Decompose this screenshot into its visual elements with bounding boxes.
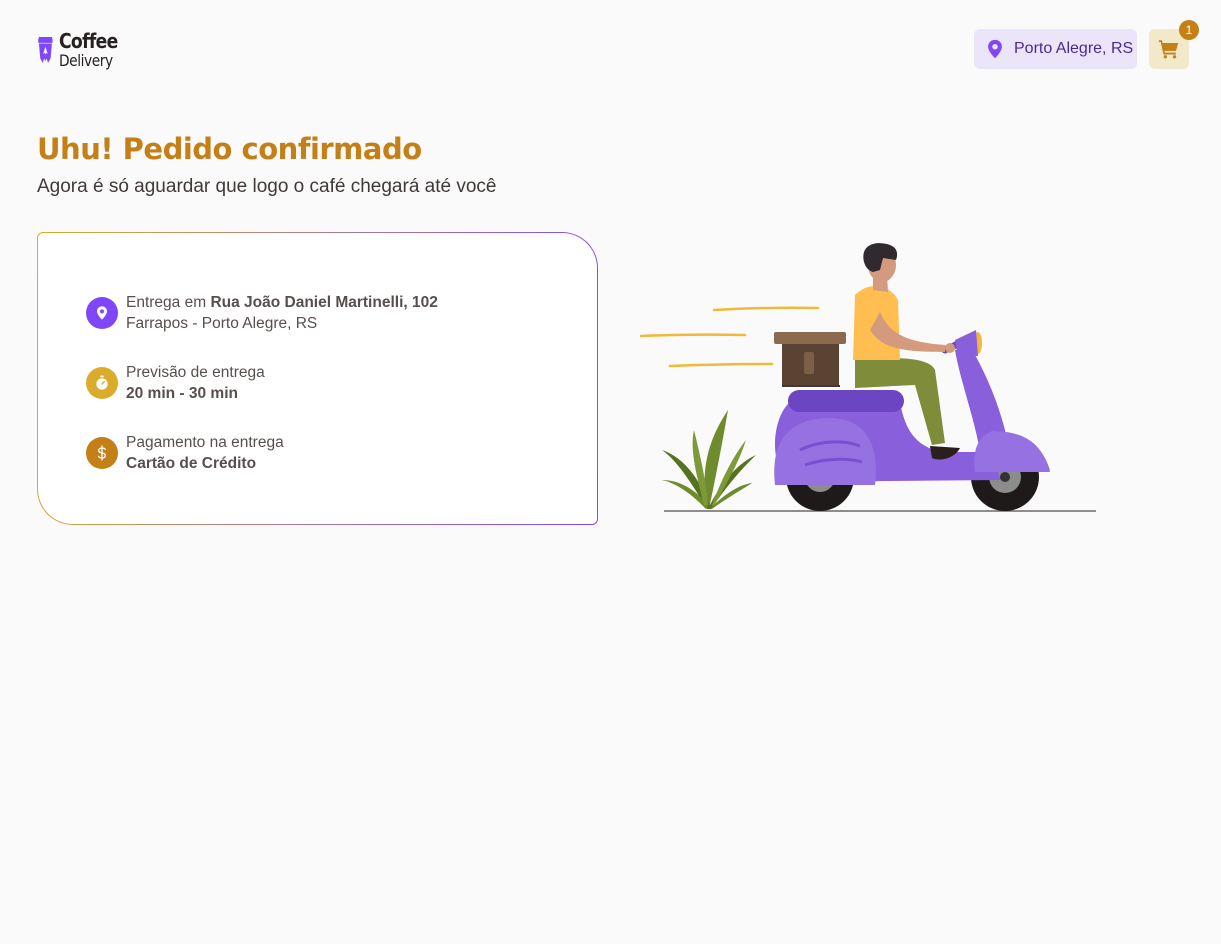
currency-dollar-icon (97, 445, 107, 461)
delivery-scooter-illustration (640, 243, 1096, 512)
delivery-time-label: Previsão de entrega (126, 364, 265, 381)
map-pin-icon (988, 39, 1002, 59)
coffee-cup-logo-icon (38, 37, 53, 63)
coffee-delivery-logo[interactable]: Coffee Delivery (37, 28, 127, 72)
address-icon-badge (86, 297, 118, 329)
address-detail: Farrapos - Porto Alegre, RS (126, 315, 318, 332)
map-pin-icon (97, 306, 107, 320)
logo-subtitle: Delivery (58, 51, 113, 70)
delivery-time-value: 20 min - 30 min (126, 385, 238, 402)
payment-value: Cartão de Crédito (126, 455, 257, 472)
location-label: Porto Alegre, RS (1014, 40, 1134, 57)
page-subtitle: Agora é só aguardar que logo o café cheg… (37, 176, 497, 197)
app-header: Coffee Delivery Porto Alegre, RS 1 (0, 0, 1221, 100)
delivery-time-info: Previsão de entrega 20 min - 30 min (86, 362, 265, 404)
location-button[interactable]: Porto Alegre, RS (974, 29, 1137, 69)
shopping-cart-icon (1158, 40, 1179, 59)
timer-icon-badge (86, 367, 118, 399)
address-street: Rua João Daniel Martinelli, 102 (210, 294, 438, 311)
logo-title: Coffee (58, 29, 118, 53)
order-info-card: Entrega em Rua João Daniel Martinelli, 1… (37, 232, 598, 525)
payment-icon-badge (86, 437, 118, 469)
delivery-address-info: Entrega em Rua João Daniel Martinelli, 1… (86, 292, 438, 334)
address-prefix: Entrega em (126, 294, 211, 311)
cart-count-badge: 1 (1179, 20, 1199, 40)
timer-icon (96, 375, 108, 390)
payment-info: Pagamento na entrega Cartão de Crédito (86, 432, 284, 474)
page-title: Uhu! Pedido confirmado (37, 132, 422, 166)
payment-label: Pagamento na entrega (126, 434, 284, 451)
